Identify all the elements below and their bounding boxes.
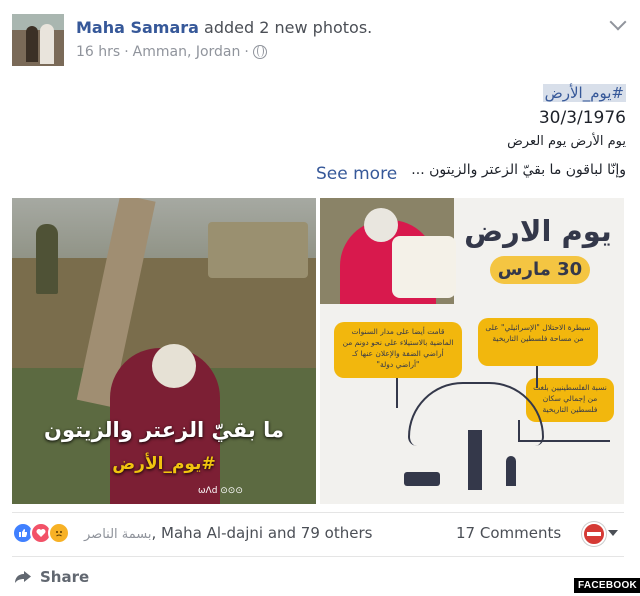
infographic-face	[364, 208, 398, 242]
avatar-figure	[26, 26, 38, 62]
post-action-text: added 2 new photos.	[204, 18, 373, 37]
reactors-count[interactable]: , Maha Al-dajni and 79 others	[152, 524, 373, 542]
comments-count[interactable]: 17 Comments	[456, 524, 561, 542]
infographic-scarf	[392, 236, 456, 298]
infographic-date-badge: 30 مارس	[490, 256, 590, 284]
infographic-box: سيطرة الاحتلال "الإسرائيلي" على من مساحة…	[478, 318, 598, 366]
avatar-sky	[12, 14, 64, 30]
see-more-link[interactable]: See more	[316, 164, 397, 184]
post-date-text: 30/3/1976	[538, 108, 626, 128]
photo-caption: ما بقيّ الزعتر والزيتون	[44, 418, 284, 442]
infographic-connector	[536, 366, 538, 388]
reaction-icons[interactable]	[12, 522, 70, 544]
post-meta: 16 hrs · Amman, Jordan ·	[76, 44, 267, 60]
infographic-title: يوم الارض	[464, 214, 612, 248]
reactor-name[interactable]: بسمة الناصر	[84, 527, 152, 542]
post-text-line: وإنّا لباقون ما بقيّ الزعتر والزيتون ...	[411, 162, 626, 178]
infographic-tree-trunk	[468, 430, 482, 490]
caret-down-icon[interactable]	[608, 530, 618, 536]
share-label: Share	[40, 568, 90, 586]
photo-grid: ما بقيّ الزعتر والزيتون #يوم_الأرض ωΛd ⊙…	[12, 198, 624, 504]
meta-separator: ·	[124, 44, 129, 60]
reactors-summary[interactable]: بسمة الناصر, Maha Al-dajni and 79 others	[84, 524, 372, 542]
author-link[interactable]: Maha Samara	[76, 18, 199, 37]
share-button[interactable]: Share	[14, 568, 89, 586]
photo-hashtag: #يوم_الأرض	[112, 454, 216, 474]
post-text-line: يوم الأرض يوم العرض	[507, 134, 626, 149]
page-avatar[interactable]	[582, 522, 606, 546]
infographic-box: قامت أيضا على مدار السنوات الماضية بالاس…	[334, 322, 462, 378]
photo-soldier	[36, 224, 58, 294]
infographic-person	[506, 456, 516, 486]
sad-reaction-icon	[48, 522, 70, 544]
meta-separator: ·	[244, 44, 249, 60]
photo-logo: ωΛd ⊙⊙⊙	[198, 486, 243, 496]
post-timestamp[interactable]: 16 hrs	[76, 44, 120, 60]
globe-icon[interactable]	[252, 44, 267, 59]
post-hashtag[interactable]: #يوم_الأرض	[542, 84, 626, 102]
facebook-watermark: FACEBOOK	[574, 578, 640, 593]
avatar-figure	[40, 24, 54, 64]
photo-head	[152, 344, 196, 388]
avatar[interactable]	[12, 14, 64, 66]
divider	[12, 556, 624, 557]
divider	[12, 512, 624, 513]
post-location[interactable]: Amman, Jordan	[133, 44, 241, 60]
photo-1[interactable]: ما بقيّ الزعتر والزيتون #يوم_الأرض ωΛd ⊙…	[12, 198, 316, 504]
share-icon	[14, 570, 32, 584]
infographic-connector	[396, 378, 398, 408]
photo-vehicle	[208, 222, 308, 278]
post-header-title: Maha Samara added 2 new photos.	[76, 18, 372, 37]
infographic-bulldozer	[404, 472, 440, 486]
facebook-post: Maha Samara added 2 new photos. 16 hrs ·…	[0, 0, 640, 596]
chevron-down-icon[interactable]	[609, 13, 627, 31]
photo-2-infographic[interactable]: يوم الارض 30 مارس قامت أيضا على مدار الس…	[320, 198, 624, 504]
